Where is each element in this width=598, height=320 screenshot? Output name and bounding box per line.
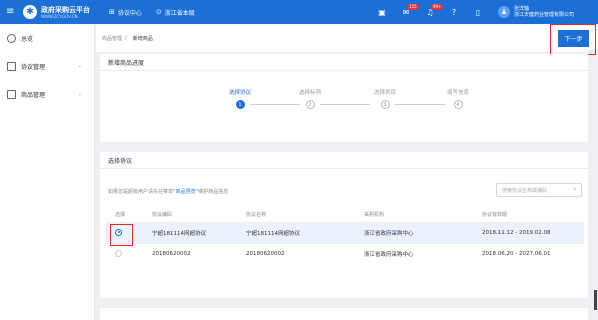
top-bar: ≡ ✱ 政府采购云平台 WWW.ZCY.GOV.CN ⊞ 协议中心 ⊙ 浙江省本… <box>0 0 598 24</box>
breadcrumb-parent[interactable]: 商品管理 <box>102 35 122 42</box>
overview-icon <box>7 33 16 43</box>
step-2: 选择标项 2 <box>280 88 340 109</box>
search-placeholder: 搜索协议名称或编码 <box>502 187 548 194</box>
sidebar: 总览 协议管理 ⌄ 商品管理 ⌄ <box>0 24 95 320</box>
row-period: 2018.11.12 - 2019.02.08 <box>482 230 551 236</box>
sidebar-item-label: 协议管理 <box>21 63 46 71</box>
app-logo[interactable]: ✱ 政府采购云平台 WWW.ZCY.GOV.CN <box>23 5 101 19</box>
top-right-tools: ▣ ✉ 155 ♫ 99+ ? ▯ ♟ 张洋轴 浙江天健药业管理有限公司 <box>374 0 598 24</box>
bell-badge: 99+ <box>431 3 444 10</box>
location-icon: ⊙ <box>155 8 162 16</box>
scrollbar[interactable] <box>594 290 597 310</box>
step-number: 4 <box>453 100 463 109</box>
step-1: 选择协议 1 <box>210 88 270 109</box>
breadcrumb-separator: / <box>125 35 127 41</box>
sidebar-item-goods[interactable]: 商品管理 ⌄ <box>0 80 94 108</box>
sidebar-item-label: 商品管理 <box>21 91 46 99</box>
table-header: 选择 协议编码 协议名称 采购机构 协议有效期 <box>106 206 584 222</box>
step-number: 3 <box>380 100 390 109</box>
mail-icon[interactable]: ✉ 155 <box>398 3 419 17</box>
search-input[interactable]: 搜索协议名称或编码 ⌕ <box>496 183 582 197</box>
sidebar-item-agreement[interactable]: 协议管理 ⌄ <box>0 52 94 80</box>
goods-icon <box>7 89 16 99</box>
col-code: 协议编码 <box>152 211 173 218</box>
agreement-card: 选择协议 如果您是超级用户请先在菜单“商品预览”维护商品信息 搜索协议名称或编码… <box>100 152 588 298</box>
agreement-icon <box>7 61 16 71</box>
highlight-box-radio <box>110 224 133 246</box>
app-subtitle: WWW.ZCY.GOV.CN <box>41 13 78 19</box>
progress-title: 新增商品进度 <box>100 54 588 71</box>
col-name: 协议名称 <box>246 211 267 218</box>
step-label: 选择标项 <box>298 90 321 96</box>
desc-suffix: 维护商品信息 <box>198 189 229 195</box>
topnav-agreement-center[interactable]: ⊞ 协议中心 <box>109 8 142 17</box>
bottom-card <box>100 308 588 320</box>
logo-icon: ✱ <box>23 5 37 19</box>
avatar: ♟ <box>498 6 510 18</box>
goods-preview-link[interactable]: “商品预览” <box>173 189 198 195</box>
mail-badge: 155 <box>407 3 419 10</box>
col-select: 选择 <box>115 211 126 218</box>
agreement-table: 选择 协议编码 协议名称 采购机构 协议有效期 宁超181114网超协议 宁超1… <box>106 206 584 264</box>
step-label: 填写信息 <box>446 90 469 96</box>
agreement-description: 如果您是超级用户请先在菜单“商品预览”维护商品信息 <box>108 188 228 195</box>
row-code: 20180620002 <box>152 251 191 257</box>
table-row[interactable]: 20180620002 20180620002 浙江省政府采购中心 2018.0… <box>106 243 584 264</box>
topnav-label: 协议中心 <box>117 9 142 17</box>
bell-icon[interactable]: ♫ 99+ <box>422 3 444 17</box>
agreement-title: 选择协议 <box>100 152 588 169</box>
topnav-region[interactable]: ⊙ 浙江省本级 <box>156 8 195 17</box>
grid-icon: ⊞ <box>109 8 115 16</box>
row-name: 宁超181114网超协议 <box>246 231 300 237</box>
step-4: 填写信息 4 <box>428 88 488 109</box>
step-label: 选择类目 <box>373 90 396 96</box>
search-icon[interactable]: ⌕ <box>573 185 577 194</box>
step-number: 2 <box>305 100 315 109</box>
col-org: 采购机构 <box>364 211 385 218</box>
calendar-icon[interactable]: ▣ <box>374 8 390 17</box>
sidebar-item-label: 总览 <box>21 35 34 43</box>
row-radio[interactable] <box>115 249 122 257</box>
app-title: 政府采购云平台 <box>41 5 90 14</box>
sidebar-item-overview[interactable]: 总览 <box>0 24 94 52</box>
help-icon[interactable]: ? <box>446 8 462 17</box>
progress-card: 新增商品进度 选择协议 1 选择标项 2 选择类目 3 填写信息 4 <box>100 54 588 142</box>
row-name: 20180620002 <box>246 251 285 257</box>
table-row[interactable]: 宁超181114网超协议 宁超181114网超协议 浙江省政府采购中心 2018… <box>106 222 584 243</box>
user-org: 浙江天健药业管理有限公司 <box>514 12 575 18</box>
next-step-button[interactable]: 下一步 <box>558 30 589 47</box>
col-period: 协议有效期 <box>482 211 508 218</box>
step-label: 选择协议 <box>228 90 251 96</box>
row-org: 浙江省政府采购中心 <box>364 252 414 258</box>
row-code: 宁超181114网超协议 <box>152 231 206 237</box>
row-org: 浙江省政府采购中心 <box>364 231 414 237</box>
user-menu[interactable]: ♟ 张洋轴 浙江天健药业管理有限公司 <box>498 6 598 18</box>
breadcrumb: 商品管理 / 新增商品 <box>96 24 598 52</box>
chevron-down-icon: ⌄ <box>77 91 82 97</box>
row-period: 2018.06.20 - 2027.06.01 <box>482 251 551 257</box>
step-number: 1 <box>235 100 245 109</box>
menu-icon[interactable]: ≡ <box>6 7 20 17</box>
chevron-down-icon: ⌄ <box>77 63 82 69</box>
step-indicator: 选择协议 1 选择标项 2 选择类目 3 填写信息 4 <box>210 88 480 118</box>
desc-prefix: 如果您是超级用户请先在菜单 <box>108 189 174 195</box>
breadcrumb-current: 新增商品 <box>132 35 153 42</box>
step-3: 选择类目 3 <box>355 88 415 109</box>
lock-icon[interactable]: ▯ <box>470 8 486 17</box>
top-nav: ⊞ 协议中心 ⊙ 浙江省本级 <box>109 8 209 17</box>
topnav-label: 浙江省本级 <box>164 9 195 17</box>
